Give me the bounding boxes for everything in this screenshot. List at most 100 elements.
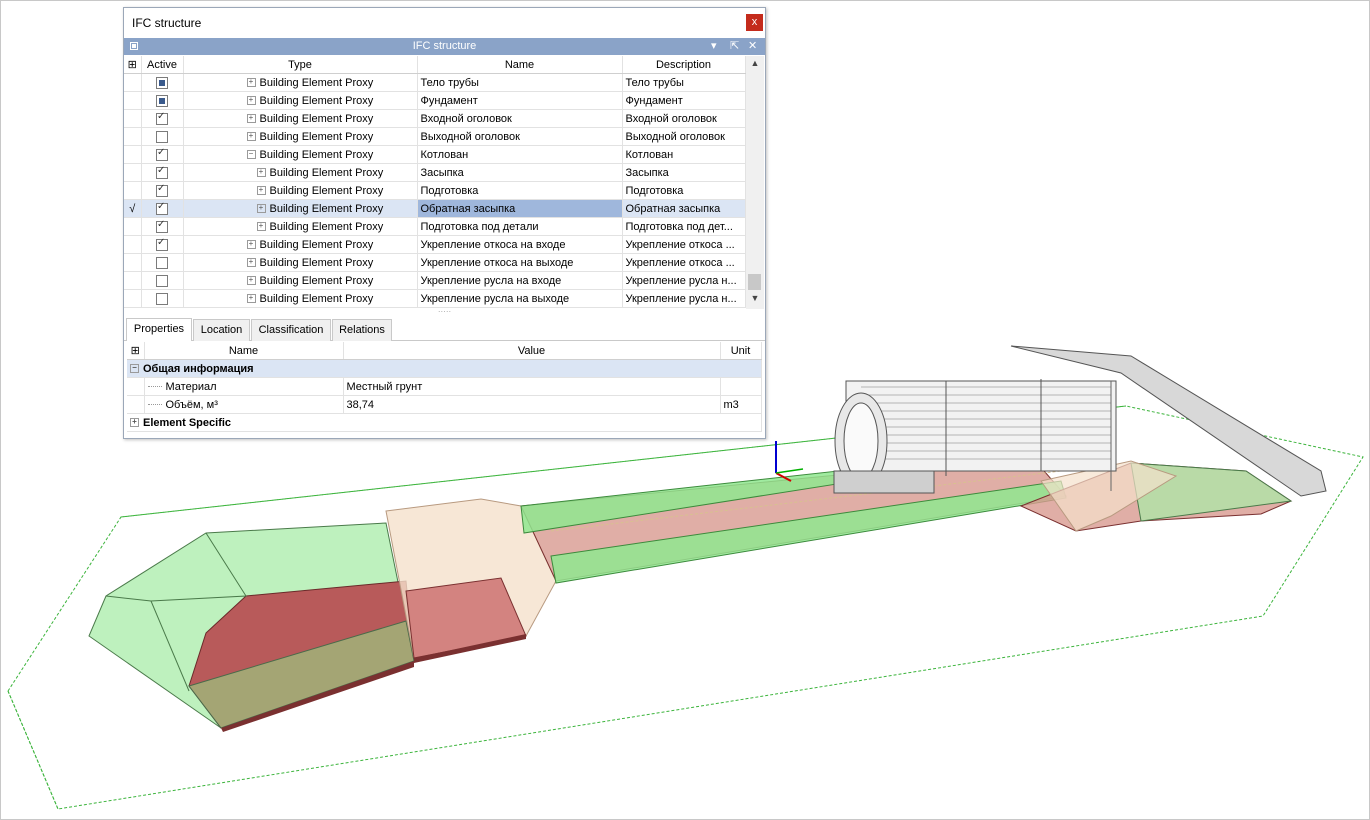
expand-icon[interactable]: + <box>246 294 256 304</box>
scroll-up-icon[interactable]: ▲ <box>746 58 764 72</box>
expand-icon[interactable]: − <box>246 150 256 160</box>
panel-float-button[interactable]: ⇱ <box>730 39 739 52</box>
column-header-description[interactable]: Description <box>622 56 746 74</box>
column-header-name[interactable]: Name <box>417 56 623 74</box>
expand-icon[interactable]: + <box>256 222 266 232</box>
tree-row[interactable]: + Building Element Proxy Выходной оголовок… <box>124 127 746 146</box>
active-cell[interactable] <box>141 199 184 218</box>
description-cell[interactable]: Входной оголовок <box>622 109 746 128</box>
props-column-unit[interactable]: Unit <box>720 342 762 360</box>
description-cell[interactable]: Котлован <box>622 145 746 164</box>
active-checkbox[interactable] <box>156 165 168 179</box>
active-checkbox[interactable] <box>156 237 168 251</box>
expand-icon[interactable]: + <box>246 240 256 250</box>
name-cell[interactable]: Укрепление откоса на входе <box>417 235 623 254</box>
active-checkbox[interactable] <box>156 147 168 161</box>
name-cell[interactable]: Выходной оголовок <box>417 127 623 146</box>
tab-relations[interactable]: Relations <box>332 319 392 341</box>
active-checkbox[interactable] <box>156 256 168 269</box>
panel-splitter[interactable]: ····· <box>124 308 765 316</box>
group-general-info[interactable]: − Общая информация <box>127 359 762 378</box>
description-cell[interactable]: Фундамент <box>622 91 746 110</box>
group-element-specific[interactable]: + Element Specific <box>127 413 762 432</box>
expand-icon[interactable]: + <box>246 258 256 268</box>
column-header-active[interactable]: Active <box>141 56 184 74</box>
description-cell[interactable]: Обратная засыпка <box>622 199 746 218</box>
panel-close-button[interactable]: ✕ <box>748 39 757 52</box>
description-cell[interactable]: Укрепление откоса ... <box>622 235 746 254</box>
name-cell[interactable]: Укрепление откоса на выходе <box>417 253 623 272</box>
close-button[interactable]: x <box>746 14 763 31</box>
expand-icon[interactable]: + <box>246 132 256 142</box>
description-cell[interactable]: Тело трубы <box>622 73 746 92</box>
tree-scrollbar[interactable]: ▲ ▼ <box>746 56 764 309</box>
tree-row[interactable]: +Building Element ProxyУкрепление откоса… <box>124 235 746 254</box>
expand-icon[interactable]: + <box>130 418 139 428</box>
active-cell[interactable] <box>141 253 184 272</box>
expand-icon[interactable]: + <box>246 78 256 88</box>
tree-row[interactable]: +Building Element ProxyВходной оголовокВ… <box>124 109 746 128</box>
active-cell[interactable] <box>141 271 184 290</box>
description-cell[interactable]: Подготовка под дет... <box>622 217 746 236</box>
property-value[interactable]: 38,74 <box>343 395 721 414</box>
active-checkbox[interactable] <box>156 111 168 125</box>
tree-row[interactable]: +Building Element ProxyЗасыпкаЗасыпка <box>124 163 746 182</box>
expand-icon[interactable]: + <box>256 168 266 178</box>
active-checkbox[interactable] <box>156 219 168 233</box>
name-cell[interactable]: Укрепление русла на выходе <box>417 289 623 308</box>
props-column-name[interactable]: Name <box>144 342 344 360</box>
tab-properties[interactable]: Properties <box>126 318 192 341</box>
dialog-titlebar[interactable]: IFC structure x <box>124 8 765 38</box>
active-cell[interactable] <box>141 109 184 128</box>
expand-icon[interactable]: + <box>246 114 256 124</box>
active-checkbox[interactable] <box>156 201 168 215</box>
collapse-icon[interactable]: − <box>130 364 139 374</box>
tree-row[interactable]: + Building Element Proxy Укрепление русла … <box>124 289 746 308</box>
active-checkbox[interactable] <box>156 94 168 107</box>
column-header-type[interactable]: Type <box>183 56 418 74</box>
property-row-volume[interactable]: Объём, м³ 38,74 m3 <box>127 395 762 414</box>
active-checkbox[interactable] <box>156 292 168 305</box>
scroll-thumb[interactable] <box>748 274 761 290</box>
props-column-chooser-icon[interactable]: ⊞ <box>127 342 145 360</box>
expand-icon[interactable]: + <box>246 276 256 286</box>
expand-icon[interactable]: + <box>246 96 256 106</box>
active-cell[interactable] <box>141 91 184 110</box>
active-checkbox[interactable] <box>156 274 168 287</box>
active-cell[interactable] <box>141 163 184 182</box>
props-column-value[interactable]: Value <box>343 342 721 360</box>
tree-row[interactable]: + Building Element Proxy Тело трубы Тело тр… <box>124 73 746 92</box>
active-cell[interactable] <box>141 145 184 164</box>
active-cell[interactable] <box>141 181 184 200</box>
property-value[interactable]: Местный грунт <box>343 377 721 396</box>
name-cell[interactable]: Подготовка <box>417 181 623 200</box>
name-cell[interactable]: Котлован <box>417 145 623 164</box>
tree-row[interactable]: √+Building Element ProxyОбратная засыпка… <box>124 199 746 218</box>
active-cell[interactable] <box>141 73 184 92</box>
tree-row[interactable]: +Building Element ProxyПодготовкаПодгото… <box>124 181 746 200</box>
tree-row[interactable]: + Building Element Proxy Фундамент Фундамен… <box>124 91 746 110</box>
tree-row[interactable]: +Building Element ProxyУкрепление откоса… <box>124 253 746 272</box>
tree-row[interactable]: +Building Element ProxyПодготовка под де… <box>124 217 746 236</box>
name-cell[interactable]: Тело трубы <box>417 73 623 92</box>
description-cell[interactable]: Выходной оголовок <box>622 127 746 146</box>
property-row-material[interactable]: Материал Местный грунт <box>127 377 762 396</box>
expand-icon[interactable]: + <box>256 204 266 214</box>
tree-row[interactable]: + Building Element Proxy Укрепление русла … <box>124 271 746 290</box>
tab-location[interactable]: Location <box>193 319 250 341</box>
active-cell[interactable] <box>141 289 184 308</box>
active-cell[interactable] <box>141 217 184 236</box>
name-cell[interactable]: Фундамент <box>417 91 623 110</box>
active-cell[interactable] <box>141 127 184 146</box>
column-chooser-icon[interactable]: ⊞ <box>124 56 142 74</box>
description-cell[interactable]: Укрепление русла н... <box>622 289 746 308</box>
active-checkbox[interactable] <box>156 130 168 143</box>
description-cell[interactable]: Укрепление русла н... <box>622 271 746 290</box>
panel-menu-button[interactable]: ▾ <box>711 39 717 52</box>
active-checkbox[interactable] <box>156 183 168 197</box>
expand-icon[interactable]: + <box>256 186 266 196</box>
scroll-down-icon[interactable]: ▼ <box>746 293 764 307</box>
tab-classification[interactable]: Classification <box>251 319 331 341</box>
name-cell[interactable]: Засыпка <box>417 163 623 182</box>
name-cell[interactable]: Укрепление русла на входе <box>417 271 623 290</box>
